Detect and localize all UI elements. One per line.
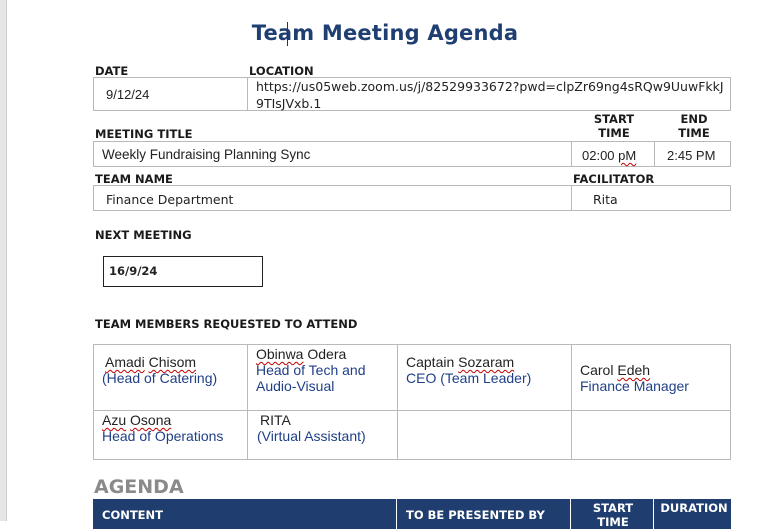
member-role: CEO (Team Leader) <box>406 370 532 386</box>
agenda-heading: AGENDA <box>94 476 184 498</box>
member-cell[interactable]: Captain Sozaram CEO (Team Leader) <box>406 354 531 386</box>
location-label: LOCATION <box>249 64 314 78</box>
field-divider <box>571 185 572 211</box>
member-role: Head of Operations <box>102 428 224 444</box>
header-divider <box>653 499 654 529</box>
member-name: Azu <box>102 412 127 428</box>
member-name: Odera <box>307 346 347 362</box>
field-divider <box>654 141 655 167</box>
field-divider <box>571 141 572 167</box>
next-meeting-label: NEXT MEETING <box>95 228 192 242</box>
meeting-title-value[interactable]: Weekly Fundraising Planning Sync <box>102 147 310 162</box>
member-name: Amadi <box>105 354 145 370</box>
facilitator-label: FACILITATOR <box>573 172 655 186</box>
date-value[interactable]: 9/12/24 <box>106 87 149 102</box>
member-cell[interactable]: Amadi Chisom (Head of Catering) <box>102 354 218 386</box>
text-cursor <box>287 22 288 46</box>
end-time-value[interactable]: 2:45 PM <box>667 148 715 163</box>
member-cell[interactable]: Azu Osona Head of Operations <box>102 412 223 444</box>
member-cell[interactable]: RITA (Virtual Assistant) <box>257 412 366 444</box>
start-time-label: START TIME <box>593 112 635 140</box>
agenda-col-start-time: START TIME <box>592 501 634 529</box>
meeting-title-label: MEETING TITLE <box>95 127 193 141</box>
agenda-table-header: CONTENT TO BE PRESENTED BY START TIME DU… <box>93 499 731 529</box>
start-time-value[interactable]: 02:00 pM <box>582 148 636 163</box>
member-name: Chisom <box>148 354 197 370</box>
agenda-col-presenter: TO BE PRESENTED BY <box>406 508 545 522</box>
agenda-col-duration: DURATION <box>660 501 728 515</box>
member-name: Obinwa <box>256 346 304 362</box>
member-name: Sozaram <box>458 354 515 370</box>
member-role: (Head of Catering) <box>102 370 218 386</box>
table-divider <box>397 345 398 459</box>
start-time-suffix: pM <box>618 148 637 163</box>
team-members-label: TEAM MEMBERS REQUESTED TO ATTEND <box>95 317 358 331</box>
member-cell[interactable]: Carol Edeh Finance Manager <box>580 362 689 394</box>
team-name-value[interactable]: Finance Department <box>106 192 233 207</box>
facilitator-value[interactable]: Rita <box>593 192 618 207</box>
member-name: Osona <box>130 412 172 428</box>
start-time-number: 02:00 <box>582 148 615 163</box>
table-divider <box>571 345 572 459</box>
date-label: DATE <box>95 64 129 78</box>
member-name: Carol <box>580 362 614 378</box>
table-divider <box>247 345 248 459</box>
end-time-label: END TIME <box>678 112 710 140</box>
member-role: Finance Manager <box>580 378 689 394</box>
field-divider <box>247 77 248 111</box>
member-role: Head of Tech and Audio-Visual <box>256 362 366 394</box>
member-cell[interactable]: Obinwa Odera Head of Tech and Audio-Visu… <box>256 346 396 394</box>
table-divider <box>94 410 730 411</box>
location-value[interactable]: https://us05web.zoom.us/j/82529933672?pw… <box>256 78 726 112</box>
member-name: Edeh <box>617 362 651 378</box>
agenda-col-content: CONTENT <box>102 508 164 522</box>
member-role: (Virtual Assistant) <box>257 428 366 444</box>
header-divider <box>396 499 397 529</box>
document-title[interactable]: Team Meeting Agenda <box>0 21 770 45</box>
page-margin-edge <box>6 0 7 521</box>
next-meeting-value[interactable]: 16/9/24 <box>109 264 157 278</box>
member-name: Captain <box>406 354 455 370</box>
header-divider <box>570 499 571 529</box>
team-name-label: TEAM NAME <box>95 172 173 186</box>
member-name: RITA <box>260 412 291 428</box>
